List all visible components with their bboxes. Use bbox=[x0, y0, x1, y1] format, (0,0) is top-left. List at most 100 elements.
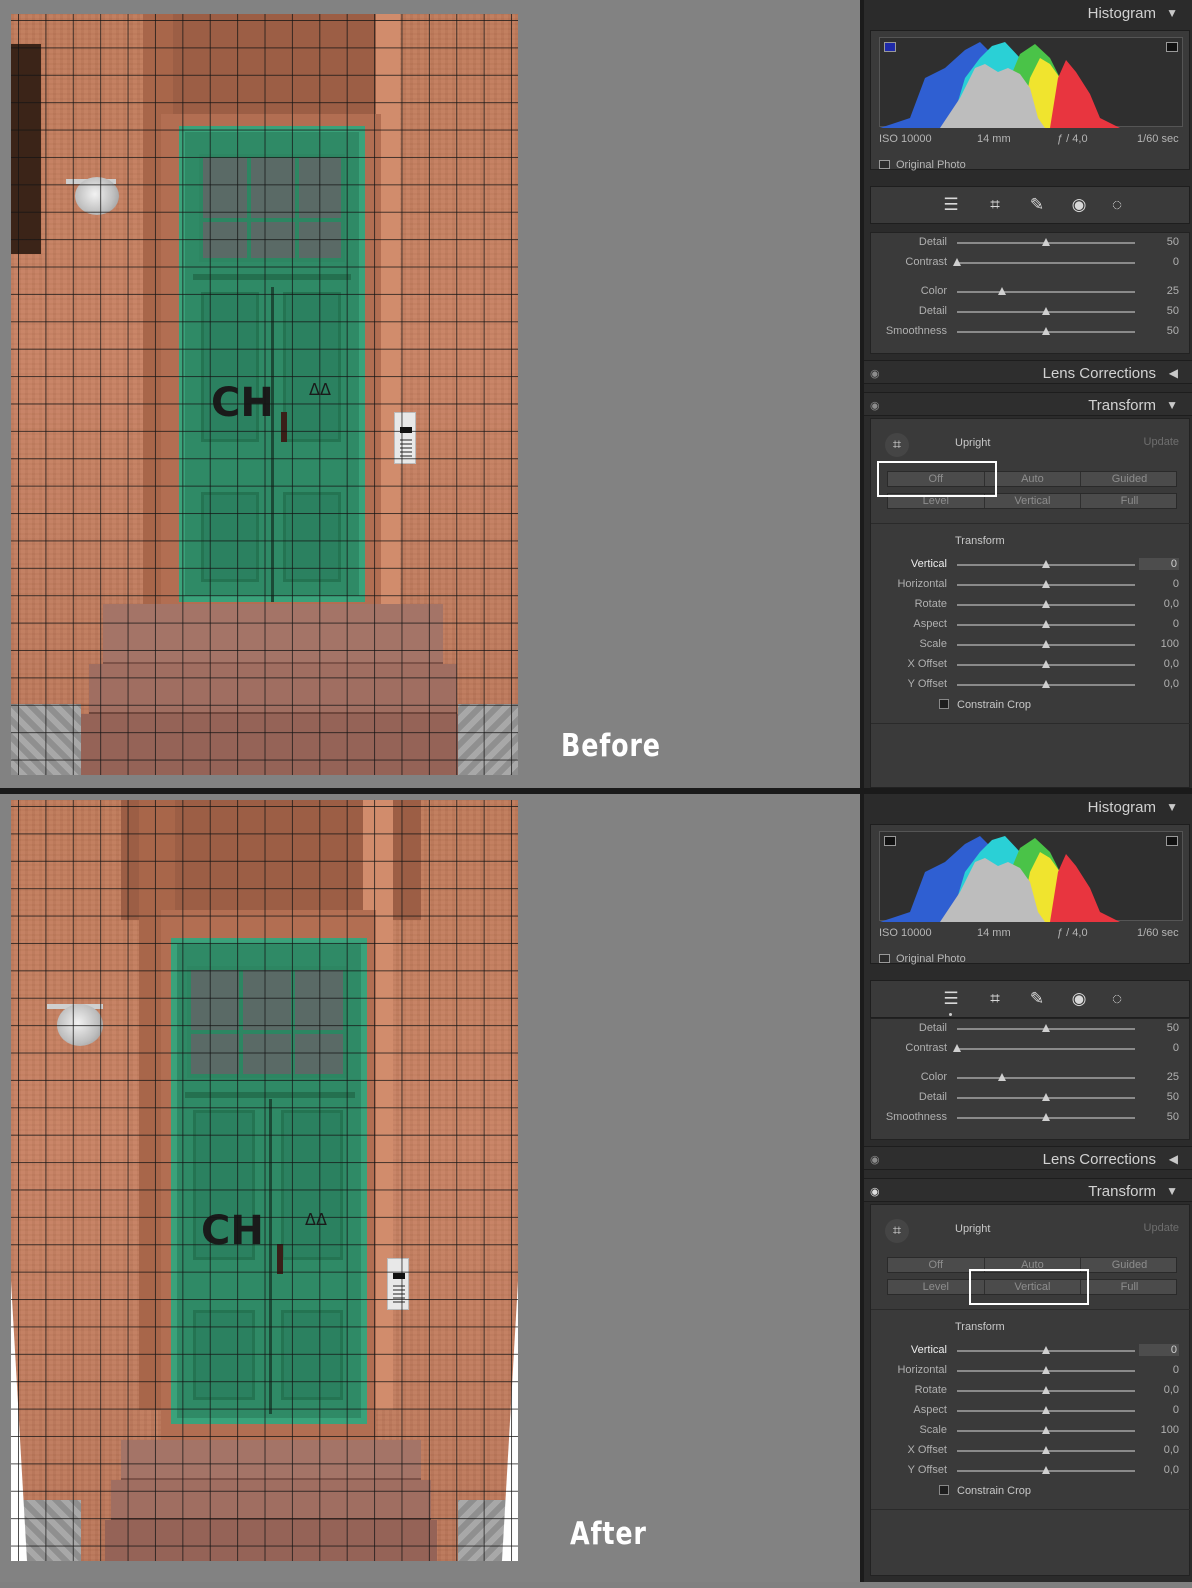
upright-full-button[interactable]: Full bbox=[1081, 1280, 1178, 1294]
slider-thumb[interactable] bbox=[1042, 327, 1050, 335]
slider-thumb[interactable] bbox=[1042, 680, 1050, 688]
slider-y-offset[interactable]: Y Offset 0,0 bbox=[871, 675, 1191, 695]
slider-color[interactable]: Color 25 bbox=[871, 282, 1191, 302]
slider-thumb[interactable] bbox=[1042, 1093, 1050, 1101]
slider-value[interactable]: 25 bbox=[1139, 285, 1179, 297]
collapse-triangle-icon[interactable]: ▼ bbox=[1166, 398, 1178, 412]
slider-value[interactable]: 0 bbox=[1139, 578, 1179, 590]
constrain-crop[interactable]: Constrain Crop bbox=[939, 699, 1031, 711]
slider-thumb[interactable] bbox=[1042, 560, 1050, 568]
shadow-clipping-icon[interactable] bbox=[884, 42, 896, 52]
expand-triangle-icon[interactable]: ◀ bbox=[1169, 1152, 1178, 1166]
slider-value[interactable]: 0 bbox=[1139, 1364, 1179, 1376]
mask-icon[interactable]: ◌ bbox=[1107, 195, 1127, 215]
slider-thumb[interactable] bbox=[1042, 620, 1050, 628]
lens-corrections-header[interactable]: ◉ Lens Corrections ◀ bbox=[864, 360, 1192, 384]
slider-rotate[interactable]: Rotate 0,0 bbox=[871, 1381, 1191, 1401]
constrain-crop[interactable]: Constrain Crop bbox=[939, 1485, 1031, 1497]
mask-icon[interactable]: ◌ bbox=[1107, 989, 1127, 1009]
slider-thumb[interactable] bbox=[1042, 1426, 1050, 1434]
slider-horizontal[interactable]: Horizontal 0 bbox=[871, 1361, 1191, 1381]
eye-icon[interactable]: ◉ bbox=[870, 367, 880, 380]
slider-thumb[interactable] bbox=[997, 1073, 1006, 1081]
slider-contrast[interactable]: Contrast 0 bbox=[871, 1039, 1191, 1059]
slider-track[interactable] bbox=[957, 262, 1135, 264]
slider-value[interactable]: 0,0 bbox=[1139, 1444, 1179, 1456]
slider-thumb[interactable] bbox=[1042, 1466, 1050, 1474]
slider-value[interactable]: 0 bbox=[1139, 1042, 1179, 1054]
crop-icon[interactable]: ⌗ bbox=[985, 195, 1005, 215]
highlight-clipping-icon[interactable] bbox=[1166, 42, 1178, 52]
slider-color[interactable]: Color 25 bbox=[871, 1068, 1191, 1088]
highlight-clipping-icon[interactable] bbox=[1166, 836, 1178, 846]
slider-thumb[interactable] bbox=[997, 287, 1006, 295]
slider-aspect[interactable]: Aspect 0 bbox=[871, 1401, 1191, 1421]
expand-triangle-icon[interactable]: ◀ bbox=[1169, 366, 1178, 380]
upright-full-button[interactable]: Full bbox=[1081, 494, 1178, 508]
slider-thumb[interactable] bbox=[1042, 307, 1050, 315]
slider-value[interactable]: 0,0 bbox=[1139, 598, 1179, 610]
histogram-header[interactable]: Histogram ▼ bbox=[864, 0, 1192, 28]
eye-icon[interactable]: ◉ bbox=[870, 1185, 880, 1198]
upright-crop-icon[interactable]: ⌗ bbox=[885, 433, 909, 457]
slider-detail[interactable]: Detail 50 bbox=[871, 1088, 1191, 1108]
slider-value[interactable]: 50 bbox=[1139, 1111, 1179, 1123]
crop-icon[interactable]: ⌗ bbox=[985, 989, 1005, 1009]
slider-track[interactable] bbox=[957, 1077, 1135, 1079]
slider-y-offset[interactable]: Y Offset 0,0 bbox=[871, 1461, 1191, 1481]
slider-value[interactable]: 0 bbox=[1139, 1344, 1179, 1356]
slider-rotate[interactable]: Rotate 0,0 bbox=[871, 595, 1191, 615]
histogram-header[interactable]: Histogram ▼ bbox=[864, 794, 1192, 822]
slider-thumb[interactable] bbox=[1042, 1346, 1050, 1354]
checkbox-icon[interactable] bbox=[939, 699, 949, 709]
slider-contrast[interactable]: Contrast 0 bbox=[871, 253, 1191, 273]
original-photo-toggle[interactable]: Original Photo bbox=[879, 953, 966, 965]
slider-thumb[interactable] bbox=[1042, 1386, 1050, 1394]
upright-guided-button[interactable]: Guided bbox=[1081, 472, 1178, 486]
slider-thumb[interactable] bbox=[1042, 660, 1050, 668]
upright-auto-button[interactable]: Auto bbox=[985, 472, 1082, 486]
slider-detail[interactable]: Detail 50 bbox=[871, 1019, 1191, 1039]
checkbox-icon[interactable] bbox=[879, 160, 890, 169]
slider-horizontal[interactable]: Horizontal 0 bbox=[871, 575, 1191, 595]
redeye-icon[interactable]: ◉ bbox=[1069, 195, 1089, 215]
healing-icon[interactable]: ✎ bbox=[1027, 195, 1047, 215]
redeye-icon[interactable]: ◉ bbox=[1069, 989, 1089, 1009]
checkbox-icon[interactable] bbox=[939, 1485, 949, 1495]
slider-scale[interactable]: Scale 100 bbox=[871, 1421, 1191, 1441]
slider-value[interactable]: 0 bbox=[1139, 558, 1179, 570]
slider-value[interactable]: 0,0 bbox=[1139, 1384, 1179, 1396]
slider-thumb[interactable] bbox=[1042, 600, 1050, 608]
slider-value[interactable]: 50 bbox=[1139, 305, 1179, 317]
slider-value[interactable]: 25 bbox=[1139, 1071, 1179, 1083]
healing-icon[interactable]: ✎ bbox=[1027, 989, 1047, 1009]
update-button[interactable]: Update bbox=[1144, 1222, 1179, 1234]
slider-smoothness[interactable]: Smoothness 50 bbox=[871, 322, 1191, 342]
slider-thumb[interactable] bbox=[1042, 1406, 1050, 1414]
slider-thumb[interactable] bbox=[1042, 1113, 1050, 1121]
slider-value[interactable]: 100 bbox=[1139, 1424, 1179, 1436]
slider-aspect[interactable]: Aspect 0 bbox=[871, 615, 1191, 635]
slider-value[interactable]: 50 bbox=[1139, 236, 1179, 248]
slider-thumb[interactable] bbox=[1042, 1366, 1050, 1374]
slider-thumb[interactable] bbox=[1042, 640, 1050, 648]
slider-value[interactable]: 0,0 bbox=[1139, 678, 1179, 690]
collapse-triangle-icon[interactable]: ▼ bbox=[1166, 800, 1178, 814]
checkbox-icon[interactable] bbox=[879, 954, 890, 963]
eye-icon[interactable]: ◉ bbox=[870, 1153, 880, 1166]
slider-scale[interactable]: Scale 100 bbox=[871, 635, 1191, 655]
shadow-clipping-icon[interactable] bbox=[884, 836, 896, 846]
upright-guided-button[interactable]: Guided bbox=[1081, 1258, 1178, 1272]
slider-vertical[interactable]: Vertical 0 bbox=[871, 555, 1191, 575]
slider-track[interactable] bbox=[957, 291, 1135, 293]
slider-track[interactable] bbox=[957, 1048, 1135, 1050]
slider-detail[interactable]: Detail 50 bbox=[871, 233, 1191, 253]
slider-value[interactable]: 0 bbox=[1139, 1404, 1179, 1416]
slider-smoothness[interactable]: Smoothness 50 bbox=[871, 1108, 1191, 1128]
transform-header[interactable]: ◉ Transform ▼ bbox=[864, 392, 1192, 416]
update-button[interactable]: Update bbox=[1144, 436, 1179, 448]
collapse-triangle-icon[interactable]: ▼ bbox=[1166, 1184, 1178, 1198]
sliders-icon[interactable]: ☰ bbox=[941, 989, 961, 1009]
slider-x-offset[interactable]: X Offset 0,0 bbox=[871, 655, 1191, 675]
slider-value[interactable]: 0 bbox=[1139, 618, 1179, 630]
